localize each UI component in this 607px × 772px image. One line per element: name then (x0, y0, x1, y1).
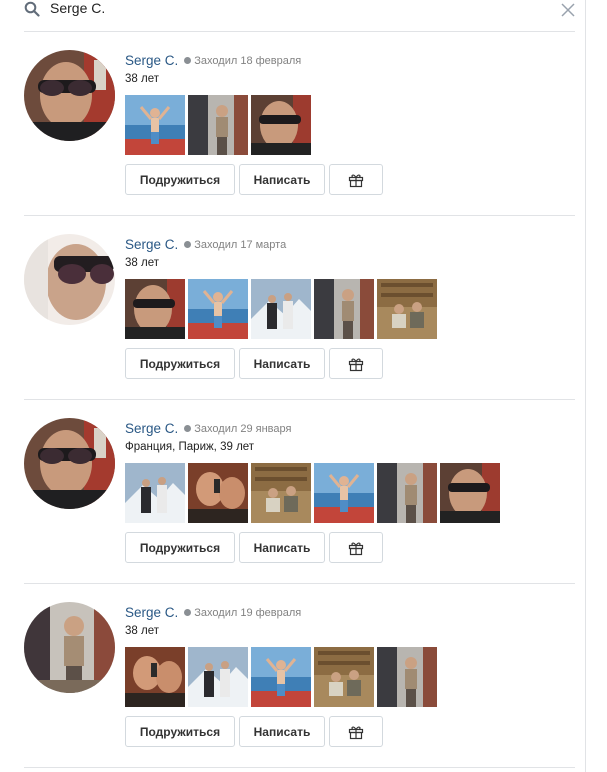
profile-info: 38 лет (125, 73, 159, 85)
photo-thumbnail[interactable] (125, 647, 185, 707)
last-seen-text: Заходил 17 марта (194, 238, 287, 251)
avatar[interactable] (24, 602, 115, 693)
search-results-panel: Serge C. Заходил 18 февраля 38 лет Подруж… (0, 0, 586, 772)
close-icon[interactable] (560, 2, 576, 18)
photo-thumbnail[interactable] (314, 647, 374, 707)
photo-thumbnail[interactable] (188, 463, 248, 523)
gift-icon (348, 174, 364, 187)
send-message-button[interactable]: Написать (239, 716, 325, 747)
avatar[interactable] (24, 418, 115, 509)
send-gift-button[interactable] (329, 716, 383, 747)
photo-thumbnail[interactable] (188, 95, 248, 155)
scrollbar[interactable] (592, 0, 607, 772)
photo-thumbnail[interactable] (125, 279, 185, 339)
profile-info: Франция, Париж, 39 лет (125, 441, 255, 453)
avatar[interactable] (24, 234, 115, 325)
action-buttons: Подружиться Написать (125, 532, 383, 563)
action-buttons: Подружиться Написать (125, 348, 383, 379)
profile-name-link[interactable]: Serge C. (125, 605, 178, 620)
send-message-button[interactable]: Написать (239, 164, 325, 195)
add-friend-button[interactable]: Подружиться (125, 716, 235, 747)
photo-thumbnail[interactable] (251, 647, 311, 707)
search-input[interactable] (50, 0, 530, 18)
photo-thumbnail[interactable] (377, 463, 437, 523)
result-divider (24, 767, 575, 768)
profile-name-link[interactable]: Serge C. (125, 421, 178, 436)
last-seen-dot (184, 241, 192, 249)
add-friend-button[interactable]: Подружиться (125, 348, 235, 379)
photo-strip (125, 647, 437, 707)
send-gift-button[interactable] (329, 348, 383, 379)
gift-icon (348, 542, 364, 555)
photo-thumbnail[interactable] (377, 647, 437, 707)
photo-thumbnail[interactable] (251, 279, 311, 339)
last-seen-text: Заходил 29 января (194, 422, 292, 435)
avatar[interactable] (24, 50, 115, 141)
action-buttons: Подружиться Написать (125, 164, 383, 195)
last-seen-dot (184, 57, 192, 65)
send-gift-button[interactable] (329, 164, 383, 195)
search-result-item: Serge C. Заходил 19 февраля 38 лет Подруж… (24, 584, 575, 768)
profile-info: 38 лет (125, 625, 159, 637)
photo-thumbnail[interactable] (314, 463, 374, 523)
photo-strip (125, 95, 311, 155)
search-icon (24, 1, 40, 17)
add-friend-button[interactable]: Подружиться (125, 532, 235, 563)
search-result-item: Serge C. Заходил 18 февраля 38 лет Подруж… (24, 32, 575, 216)
photo-strip (125, 279, 437, 339)
profile-name-link[interactable]: Serge C. (125, 237, 178, 252)
photo-thumbnail[interactable] (125, 95, 185, 155)
photo-thumbnail[interactable] (125, 463, 185, 523)
last-seen-text: Заходил 18 февраля (194, 54, 302, 67)
add-friend-button[interactable]: Подружиться (125, 164, 235, 195)
photo-thumbnail[interactable] (251, 95, 311, 155)
send-message-button[interactable]: Написать (239, 532, 325, 563)
last-seen-text: Заходил 19 февраля (194, 606, 302, 619)
send-gift-button[interactable] (329, 532, 383, 563)
last-seen-dot (184, 609, 192, 617)
send-message-button[interactable]: Написать (239, 348, 325, 379)
gift-icon (348, 726, 364, 739)
photo-thumbnail[interactable] (377, 279, 437, 339)
photo-strip (125, 463, 500, 523)
photo-thumbnail[interactable] (251, 463, 311, 523)
photo-thumbnail[interactable] (188, 647, 248, 707)
photo-thumbnail[interactable] (440, 463, 500, 523)
photo-thumbnail[interactable] (188, 279, 248, 339)
profile-info: 38 лет (125, 257, 159, 269)
profile-name-link[interactable]: Serge C. (125, 53, 178, 68)
last-seen-dot (184, 425, 192, 433)
search-bar (0, 0, 586, 20)
search-result-item: Serge C. Заходил 29 января Франция, Париж… (24, 400, 575, 584)
search-result-item: Serge C. Заходил 17 марта 38 лет Подружит… (24, 216, 575, 400)
gift-icon (348, 358, 364, 371)
photo-thumbnail[interactable] (314, 279, 374, 339)
action-buttons: Подружиться Написать (125, 716, 383, 747)
